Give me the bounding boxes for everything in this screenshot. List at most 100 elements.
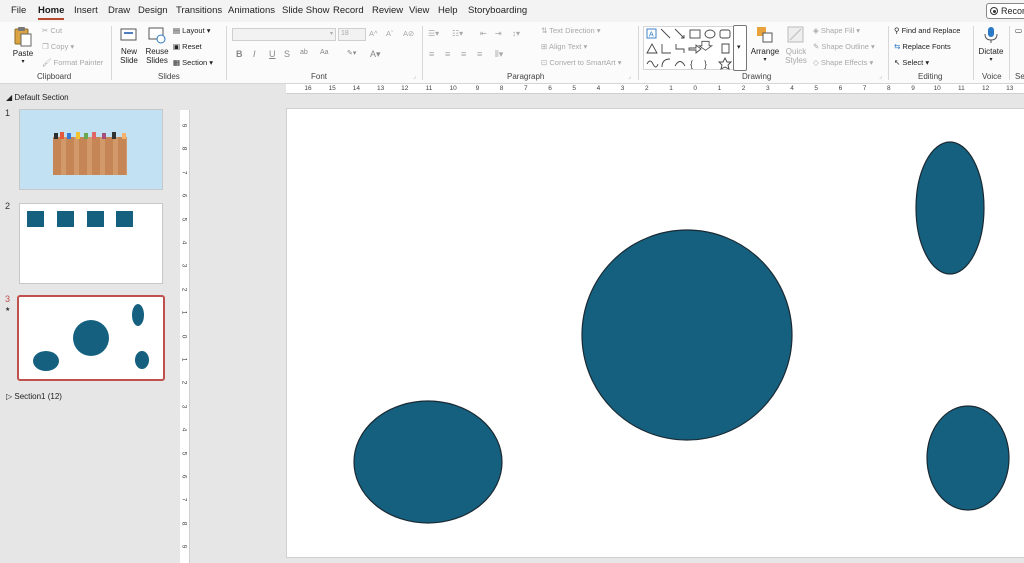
copy-button[interactable]: ❐ Copy ▾ [42,42,74,51]
slide-shapes [353,141,1010,524]
shapes-gallery[interactable]: A { } [643,26,747,70]
slide-thumbnail-2[interactable] [19,203,163,284]
bold-icon[interactable]: B [236,49,243,59]
tab-storyboarding[interactable]: Storyboarding [468,5,527,16]
layout-icon: ▤ [173,26,183,35]
font-color-icon[interactable]: A▾ [370,49,381,60]
cut-button[interactable]: ✂ Cut [42,26,62,35]
tab-design[interactable]: Design [138,5,168,16]
align-right-icon[interactable]: ≡ [461,49,466,59]
copy-label: Copy [50,42,69,51]
ruler-tick-label: 3 [765,85,770,92]
dictate-button[interactable]: Dictate ▾ [977,25,1005,63]
tab-animations[interactable]: Animations [228,5,275,16]
line-spacing-icon[interactable]: ↕▾ [512,29,520,38]
group-divider [422,26,423,80]
justify-icon[interactable]: ≡ [477,49,482,59]
reset-button[interactable]: ▣ Reset [173,42,202,51]
quick-styles-button[interactable]: Quick Styles [782,25,810,65]
reuse-slides-button[interactable]: Reuse Slides [144,25,170,65]
tab-draw[interactable]: Draw [108,5,130,16]
bullets-icon[interactable]: ☰▾ [428,29,439,38]
ellipses-preview [33,304,149,371]
strikethrough-icon[interactable]: S [284,49,290,59]
shape-effects-button[interactable]: ◇ Shape Effects ▾ [813,58,873,67]
tab-record[interactable]: Record [333,5,364,16]
format-painter-button[interactable]: 🖌 Format Painter [42,58,103,67]
ruler-tick-label: 5 [572,85,576,92]
slide-number: 3 [5,294,11,304]
font-group-label: Font [311,72,328,81]
ruler-tick-label: 7 [862,85,867,92]
next-group-button[interactable]: ▭ [1015,26,1022,35]
horizontal-ruler: 16 15 14 13 12 11 10 9 8 7 6 5 4 3 2 1 0 1 2 3 4 5 6 7 8 9 10 11 12 1… [286,84,1024,94]
underline-icon[interactable]: U [269,49,276,59]
align-center-icon[interactable]: ≡ [445,49,450,59]
layout-button[interactable]: ▤ Layout ▾ [173,26,211,35]
italic-icon[interactable]: I [253,49,256,59]
circle-shape[interactable] [581,229,793,441]
grow-font-icon[interactable]: A^ [369,29,378,38]
tall-ellipse-shape[interactable] [915,141,985,275]
ruler-tick-label: 11 [425,85,433,92]
slide-thumbnail-1[interactable] [19,109,163,190]
shape-outline-button[interactable]: ✎ Shape Outline ▾ [813,42,875,51]
dialog-launcher-icon[interactable]: ⌟ [413,73,416,80]
default-section-header[interactable]: ◢ Default Section [6,93,69,102]
shape-fill-button[interactable]: ◈ Shape Fill ▾ [813,26,860,35]
gallery-scroll[interactable]: ▾ [733,25,747,71]
dialog-launcher-icon[interactable]: ⌟ [628,73,631,80]
shrink-font-icon[interactable]: Aˇ [386,29,394,38]
paragraph-group-label: Paragraph [507,72,545,81]
columns-icon[interactable]: ⫴▾ [495,49,503,60]
shape-outline-label: Shape Outline [821,42,869,51]
ruler-tick-label: 9 [911,85,915,92]
replace-fonts-button[interactable]: ⇆ Replace Fonts [894,42,951,51]
font-size-box[interactable]: 18 [338,28,366,41]
change-case-icon[interactable]: Aa [320,49,329,56]
slide-thumbnail-3[interactable] [17,295,165,381]
decrease-indent-icon[interactable]: ⇤ [480,29,487,38]
dialog-launcher-icon[interactable]: ⌟ [879,73,882,80]
highlight-icon[interactable]: ✎▾ [347,49,356,57]
tab-transitions[interactable]: Transitions [176,5,222,16]
drawing-group-label: Drawing [742,72,772,81]
tab-insert[interactable]: Insert [74,5,98,16]
find-replace-button[interactable]: ⚲ Find and Replace [894,26,960,35]
tab-file[interactable]: File [11,5,26,16]
arrange-button[interactable]: Arrange ▾ [750,25,780,63]
align-text-button[interactable]: ⊞ Align Text ▾ [541,42,587,51]
record-button[interactable]: Record [986,3,1024,19]
cut-label: Cut [50,26,63,35]
tab-help[interactable]: Help [438,5,458,16]
align-text-label: Align Text [548,42,582,51]
align-left-icon[interactable]: ≡ [429,49,434,59]
convert-smartart-button[interactable]: ⊡ Convert to SmartArt ▾ [541,58,622,67]
select-button[interactable]: ↖ Select ▾ [894,58,929,67]
dictate-label: Dictate [978,47,1004,56]
tab-view[interactable]: View [409,5,429,16]
paste-button[interactable]: Paste ▾ [9,25,37,65]
svg-text:}: } [704,59,707,69]
font-name-box[interactable]: ▾ [232,28,336,41]
small-ellipse-shape[interactable] [926,405,1010,511]
section-button[interactable]: ▦ Section ▾ [173,58,213,67]
new-slide-button[interactable]: New Slide [115,25,143,65]
ruler-tick-label: 15 [328,85,336,92]
clear-format-icon[interactable]: A⊘ [403,29,414,38]
text-direction-button[interactable]: ⇅ Text Direction ▾ [541,26,601,35]
section1-header[interactable]: ▷ Section1 (12) [6,392,62,401]
align-text-icon: ⊞ [541,42,549,51]
char-spacing-icon[interactable]: ab [300,49,308,56]
svg-text:{: { [690,59,693,69]
increase-indent-icon[interactable]: ⇥ [495,29,502,38]
tab-slide-show[interactable]: Slide Show [282,5,330,16]
ellipse-shape[interactable] [353,400,503,524]
tab-home[interactable]: Home [38,5,64,16]
clipboard-group-label: Clipboard [37,72,72,81]
ruler-tick-label: 8 [886,85,891,92]
tab-review[interactable]: Review [372,5,403,16]
slide-canvas[interactable] [286,108,1024,558]
layout-label: Layout [182,26,205,35]
numbering-icon[interactable]: ☷▾ [452,29,463,38]
